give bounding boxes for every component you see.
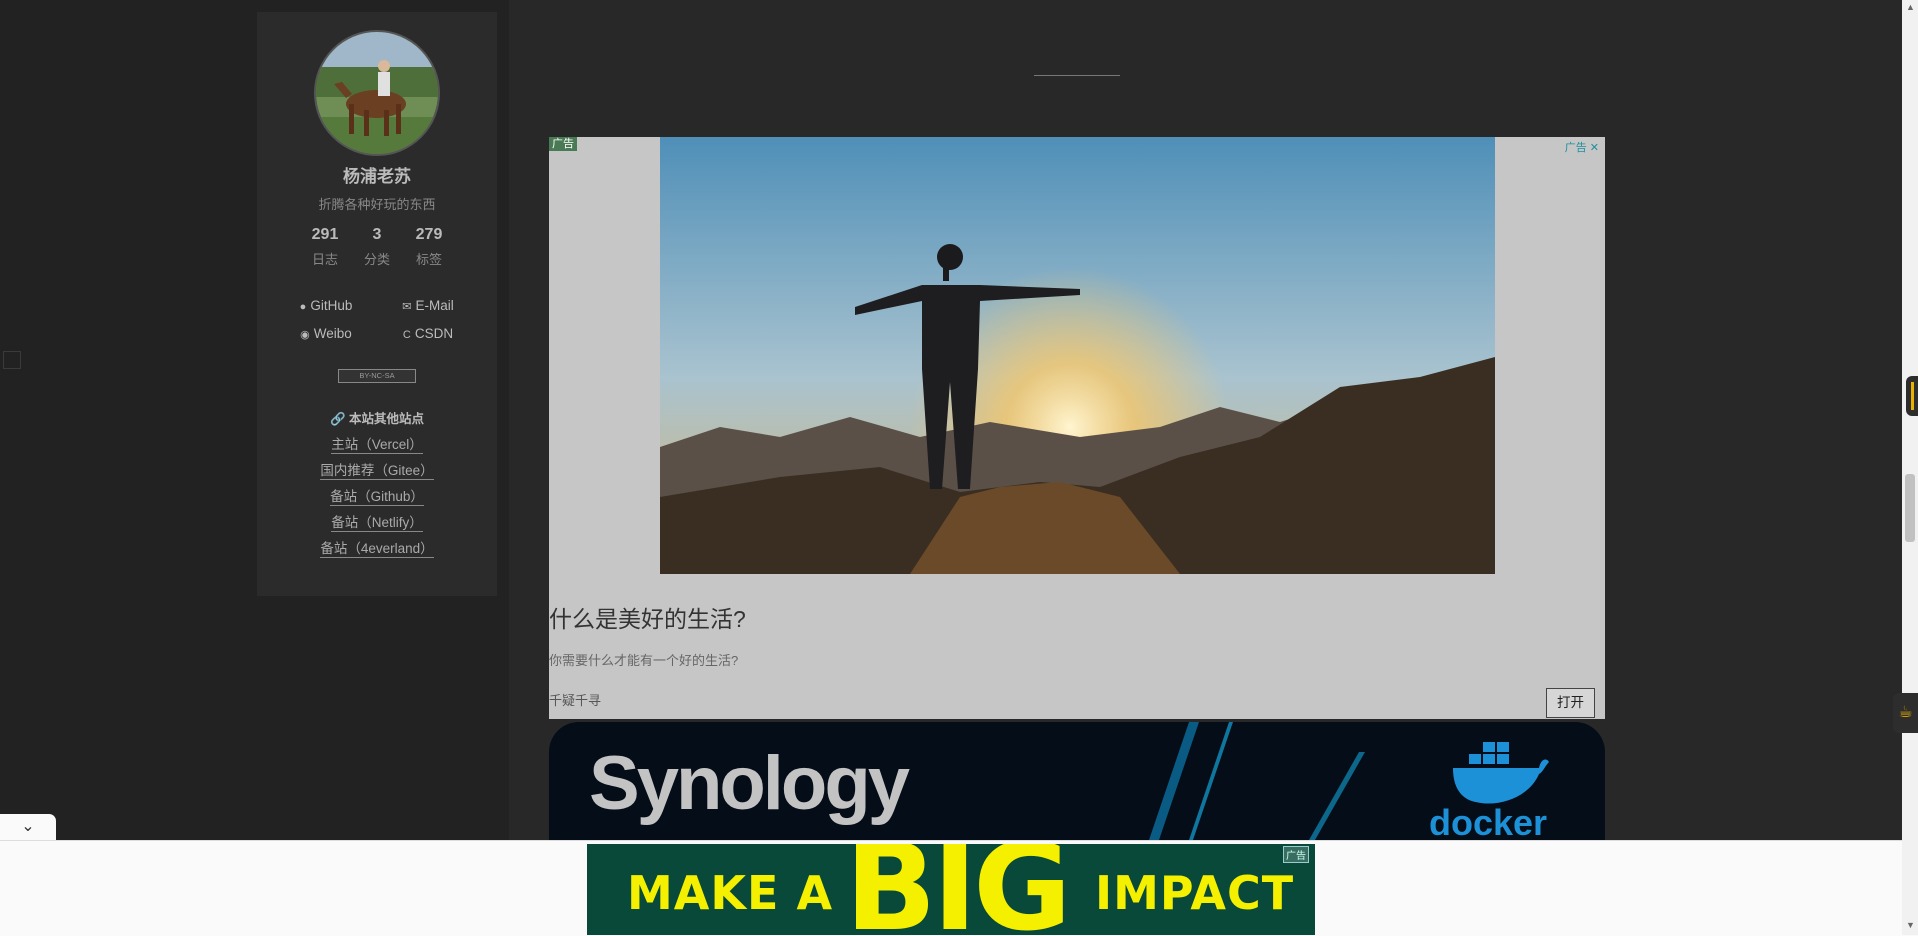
close-icon[interactable]: ✕: [1590, 142, 1599, 154]
weibo-icon: ◉: [300, 329, 310, 341]
ad-choices-label: 广告: [1564, 142, 1587, 154]
github-label: GitHub: [310, 298, 353, 313]
page-background-left: [0, 0, 256, 840]
author-description: 折腾各种好玩的东西: [318, 197, 436, 212]
banner-text-left: MAKE A: [627, 866, 834, 920]
license-badge[interactable]: BY-NC-SA: [338, 369, 416, 383]
email-link[interactable]: ✉ E-Mail: [377, 298, 479, 313]
site-link-github[interactable]: 备站（Github）: [257, 485, 497, 506]
author-name: 杨浦老苏: [343, 167, 411, 186]
site-link-label: 备站（Github）: [330, 489, 424, 506]
site-link-gitee[interactable]: 国内推荐（Gitee）: [257, 459, 497, 480]
docker-text: docker: [1429, 802, 1548, 840]
synology-ad[interactable]: Synology docker: [549, 722, 1605, 840]
floating-tool-tab[interactable]: [1906, 376, 1918, 416]
bottom-banner-ad[interactable]: MAKE A BIG IMPACT 广告: [587, 844, 1315, 935]
synology-ad-streaks: [1149, 722, 1365, 840]
csdn-label: CSDN: [414, 326, 454, 341]
banner-text-big: BIG: [845, 844, 1072, 935]
other-sites-title-text: 本站其他站点: [349, 412, 425, 426]
stat-tags-label: 标签: [415, 252, 442, 267]
social-links: ● GitHub ✉ E-Mail ◉ Weibo C CSDN: [275, 298, 479, 341]
ad-source: 千疑千寻: [549, 693, 602, 708]
other-sites-title: 🔗 本站其他站点: [257, 408, 497, 427]
avatar-image: [316, 32, 438, 154]
stat-categories-count: 3: [372, 226, 382, 243]
csdn-icon: C: [402, 329, 411, 341]
site-link-4everland[interactable]: 备站（4everland）: [257, 537, 497, 558]
site-stats: 291 日志 3 分类 279 标签: [257, 226, 497, 268]
ad-photo: [660, 137, 1495, 574]
floating-mug-icon[interactable]: ☕: [1893, 693, 1918, 733]
sidebar-panel: 杨浦老苏 折腾各种好玩的东西 291 日志 3 分类 279 标签 ● GitHu…: [257, 12, 497, 596]
stat-posts-count: 291: [311, 226, 339, 243]
ad-choices[interactable]: 广告 ✕: [1565, 139, 1599, 155]
stat-tags-count: 279: [415, 226, 443, 243]
banner-text-right: IMPACT: [1095, 866, 1295, 920]
native-ad[interactable]: 广告 广告 ✕ 什么是美好的生活? 你需要什么才能有一个好的生活? 千疑千寻 打…: [549, 137, 1605, 719]
stat-tags[interactable]: 279 标签: [409, 226, 449, 268]
tool-indicator-icon: [1911, 382, 1914, 410]
chevron-down-icon[interactable]: ⌄: [0, 814, 56, 840]
synology-logo: Synology: [589, 741, 910, 826]
avatar: [314, 30, 440, 156]
github-link[interactable]: ● GitHub: [275, 298, 377, 313]
stat-posts-label: 日志: [311, 252, 338, 267]
csdn-link[interactable]: C CSDN: [377, 326, 479, 341]
stat-categories[interactable]: 3 分类: [357, 226, 397, 268]
page-scrollbar[interactable]: ▲ ▼: [1902, 0, 1918, 935]
back-to-top-icon[interactable]: [3, 351, 21, 369]
site-link-vercel[interactable]: 主站（Vercel）: [257, 433, 497, 454]
scroll-thumb[interactable]: [1905, 474, 1915, 542]
site-link-label: 备站（4everland）: [320, 541, 434, 558]
post-divider: [1034, 75, 1120, 76]
link-icon: 🔗: [329, 412, 350, 426]
stat-categories-label: 分类: [363, 252, 390, 267]
banner-ad-mark[interactable]: 广告: [1283, 846, 1309, 863]
github-icon: ●: [299, 301, 307, 313]
docker-whale-icon: [1453, 742, 1549, 804]
stat-posts[interactable]: 291 日志: [305, 226, 345, 268]
ad-image[interactable]: [660, 137, 1495, 574]
ad-label: 广告: [549, 137, 577, 151]
scroll-down-icon[interactable]: ▼: [1906, 920, 1915, 930]
site-link-label: 国内推荐（Gitee）: [320, 463, 434, 480]
weibo-label: Weibo: [313, 326, 352, 341]
site-link-netlify[interactable]: 备站（Netlify）: [257, 511, 497, 532]
envelope-icon: ✉: [402, 301, 412, 313]
ad-title[interactable]: 什么是美好的生活?: [549, 600, 746, 634]
ad-open-button[interactable]: 打开: [1546, 688, 1595, 718]
scroll-up-icon[interactable]: ▲: [1906, 2, 1915, 12]
site-link-label: 主站（Vercel）: [331, 437, 423, 454]
email-label: E-Mail: [415, 298, 454, 313]
site-link-label: 备站（Netlify）: [331, 515, 423, 532]
ad-description: 你需要什么才能有一个好的生活?: [549, 653, 739, 668]
weibo-link[interactable]: ◉ Weibo: [275, 326, 377, 341]
